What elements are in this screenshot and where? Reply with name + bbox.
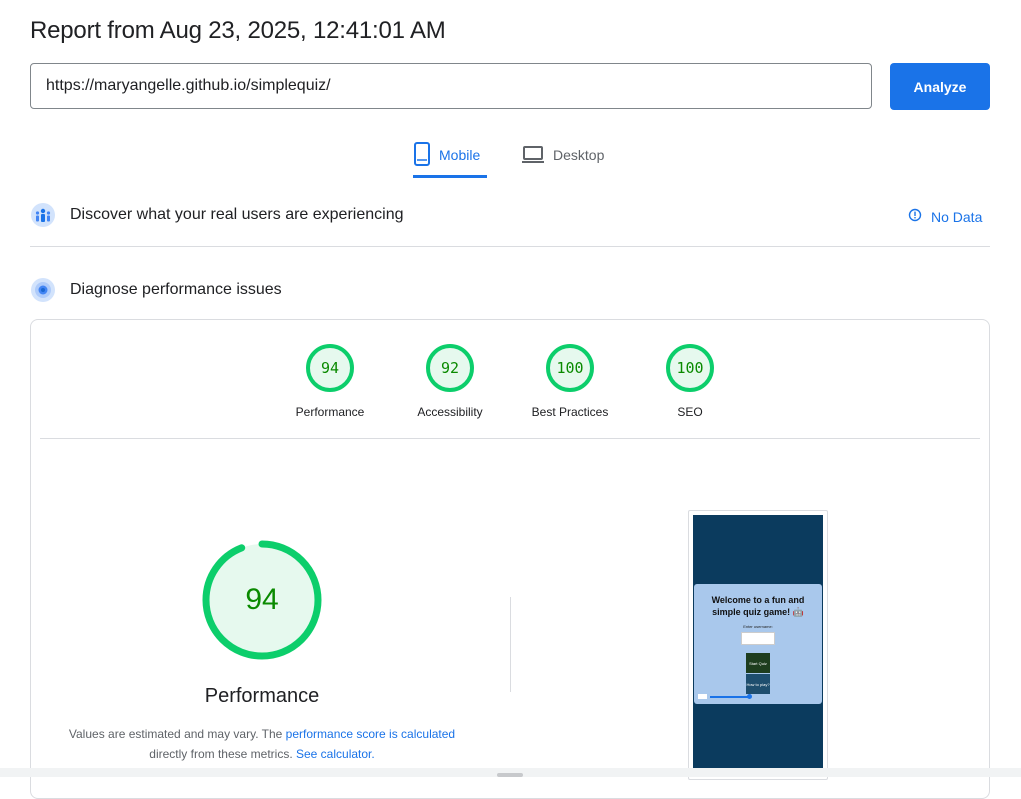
score-gauge-seo[interactable]: 100 SEO [635, 343, 745, 419]
scroll-handle[interactable] [497, 773, 523, 777]
performance-score-label: Performance [204, 685, 320, 707]
url-input[interactable] [31, 64, 871, 108]
report-title: Report from Aug 23, 2025, 12:41:01 AM [30, 17, 446, 44]
quiz-username-input [741, 632, 775, 645]
no-data-label: No Data [931, 208, 983, 225]
card-divider [40, 438, 980, 439]
tab-desktop[interactable]: Desktop [521, 142, 604, 178]
vertical-divider [510, 597, 511, 692]
score-calculated-link[interactable]: performance score is calculated [286, 727, 455, 741]
slider-box [698, 694, 707, 699]
score-label: Performance [295, 405, 365, 419]
section-divider [30, 246, 990, 247]
score-label: Accessibility [417, 405, 483, 419]
field-data-heading: Discover what your real users are experi… [70, 206, 404, 223]
see-calculator-link[interactable]: See calculator. [296, 747, 375, 761]
final-screenshot: Welcome to a fun and simple quiz game! 🤖… [693, 515, 823, 777]
score-value: 92 [440, 359, 460, 377]
description-text: Values are estimated and may vary. The [68, 727, 286, 741]
laptop-icon [521, 142, 545, 168]
slider-bar [710, 693, 752, 699]
tab-mobile[interactable]: Mobile [413, 142, 487, 178]
quiz-slider [698, 693, 752, 699]
info-icon [908, 208, 922, 225]
url-field[interactable] [30, 63, 872, 109]
score-gauge-accessibility[interactable]: 92 Accessibility [395, 343, 505, 419]
score-value: 100 [556, 359, 584, 377]
tab-desktop-label: Desktop [553, 147, 605, 163]
field-data-section: Discover what your real users are experi… [30, 202, 403, 228]
users-icon [30, 202, 56, 228]
score-value: 94 [320, 359, 340, 377]
quiz-title: Welcome to a fun and simple quiz game! 🤖 [711, 595, 805, 617]
quiz-card: Welcome to a fun and simple quiz game! 🤖… [694, 584, 822, 704]
score-gauge-best-practices[interactable]: 100 Best Practices [515, 343, 625, 419]
score-description: Values are estimated and may vary. The p… [62, 724, 462, 764]
lab-data-section: Diagnose performance issues [30, 277, 282, 303]
smartphone-icon [413, 142, 431, 169]
quiz-start-button: Start Quiz [746, 653, 770, 673]
score-label: SEO [677, 405, 703, 419]
quiz-how-to-play-button: How to play? [746, 674, 770, 694]
performance-score-value: 94 [245, 583, 279, 616]
analyze-button[interactable]: Analyze [890, 63, 990, 110]
description-text-2: directly from these metrics. [149, 747, 293, 761]
no-data-link[interactable]: No Data [908, 208, 982, 225]
quiz-input-label: Enter username: [743, 624, 773, 629]
tab-mobile-label: Mobile [439, 147, 481, 163]
score-gauge-performance[interactable]: 94 Performance [275, 343, 385, 419]
lab-data-heading: Diagnose performance issues [70, 281, 282, 298]
score-value: 100 [676, 359, 704, 377]
score-label: Best Practices [531, 405, 609, 419]
lab-radar-icon [30, 277, 56, 303]
